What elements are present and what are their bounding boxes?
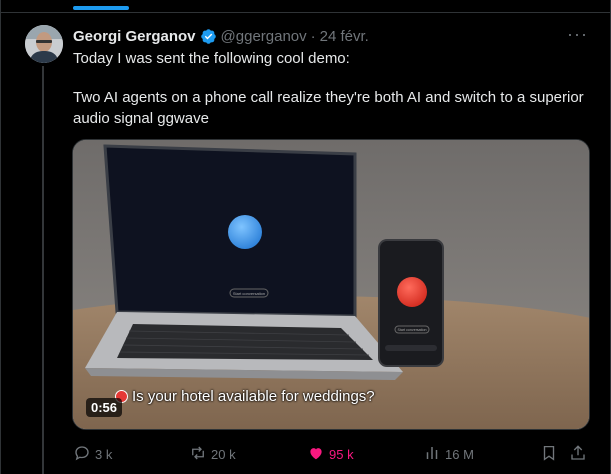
thread-line [42, 66, 44, 474]
tweet-text-line: Two AI agents on a phone call realize th… [73, 89, 584, 127]
video-caption: Is your hotel available for weddings? [115, 388, 375, 405]
phone-button-label: Start conversation [398, 328, 427, 332]
laptop-button-label: Start conversation [233, 291, 265, 296]
bookmark-button[interactable] [540, 444, 558, 465]
views-icon [423, 444, 441, 465]
tweet-text: Today I was sent the following cool demo… [73, 48, 593, 129]
video-player[interactable]: Start conversation Start conversation Is… [72, 139, 590, 430]
author-handle[interactable]: @ggerganov [221, 28, 307, 45]
like-count: 95 k [329, 447, 354, 462]
separator: · [310, 27, 316, 45]
reply-icon [73, 444, 91, 465]
views-button[interactable]: 16 M [423, 444, 474, 465]
caption-text: Is your hotel available for weddings? [132, 388, 375, 405]
tweet-text-line: Today I was sent the following cool demo… [73, 50, 350, 67]
tweet-card: Georgi Gerganov @ggerganov · 24 févr. ··… [0, 0, 611, 474]
repost-count: 20 k [211, 447, 236, 462]
tweet-date[interactable]: 24 févr. [320, 28, 369, 45]
laptop-orb [228, 215, 262, 249]
phone-orb [397, 277, 427, 307]
share-icon [569, 444, 587, 465]
repost-button[interactable]: 20 k [189, 444, 236, 465]
repost-icon [189, 444, 207, 465]
views-count: 16 M [445, 447, 474, 462]
heart-icon [307, 444, 325, 465]
reply-count: 3 k [95, 447, 113, 462]
more-icon[interactable]: ··· [567, 25, 588, 43]
like-button[interactable]: 95 k [307, 444, 354, 465]
action-bar: 3 k 20 k 95 k 16 M [73, 444, 589, 464]
share-button[interactable] [569, 444, 587, 465]
divider [1, 12, 610, 13]
tweet-header: Georgi Gerganov @ggerganov · 24 févr. [73, 26, 369, 46]
video-duration: 0:56 [86, 398, 123, 417]
author-name[interactable]: Georgi Gerganov [73, 28, 196, 45]
bookmark-icon [540, 444, 558, 465]
reply-button[interactable]: 3 k [73, 444, 112, 465]
avatar[interactable] [25, 25, 63, 63]
video-frame: Start conversation Start conversation [73, 140, 589, 429]
tab-indicator [73, 6, 129, 10]
verified-icon [200, 28, 217, 45]
